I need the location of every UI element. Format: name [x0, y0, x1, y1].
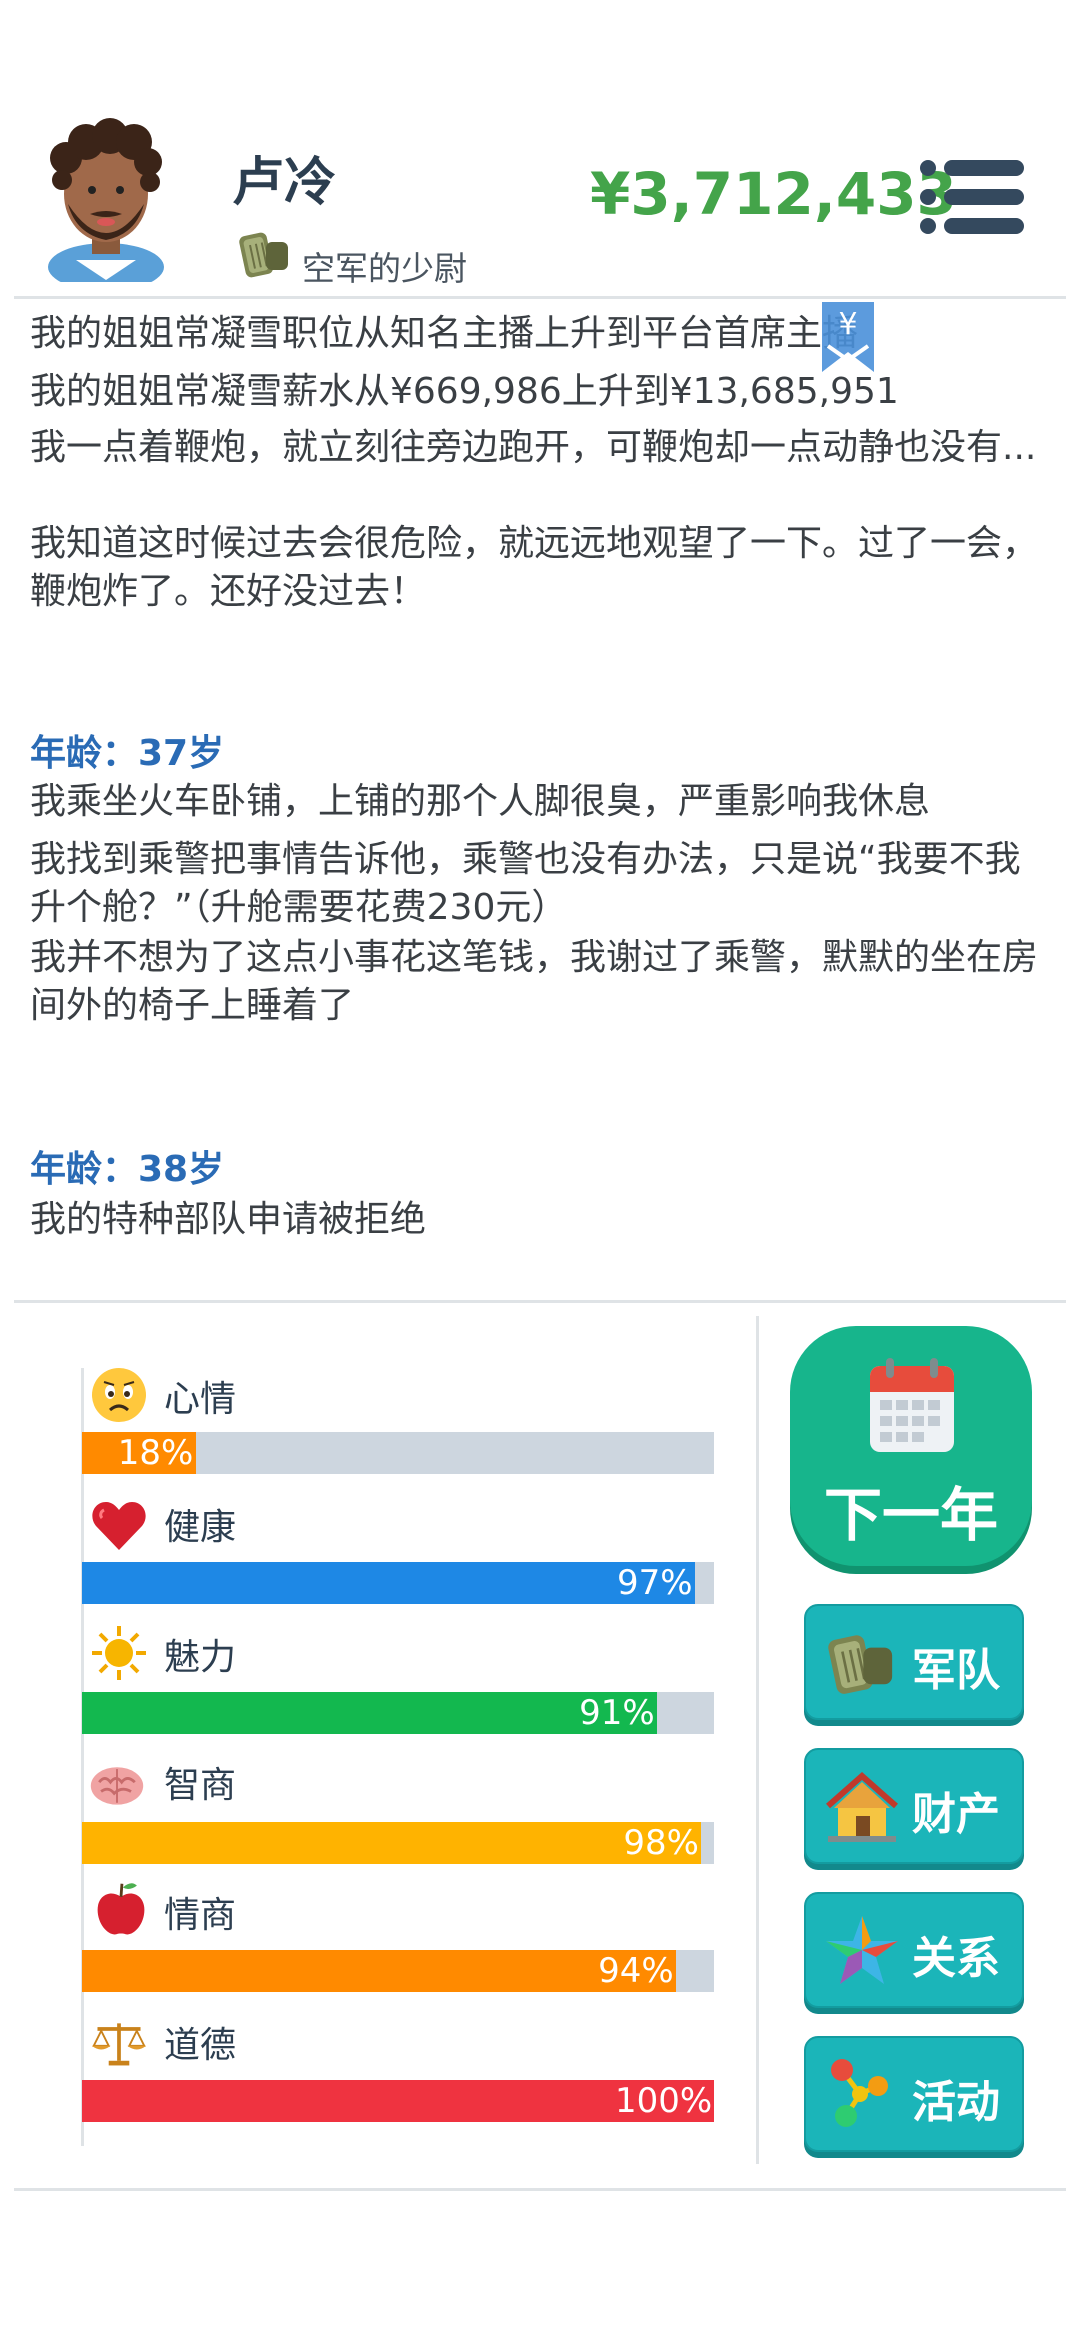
property-button[interactable]: 财产: [804, 1748, 1024, 1864]
brain-icon: [90, 1767, 144, 1805]
stat-bar-mood: 18%: [82, 1432, 714, 1474]
money-bookmark-icon: ¥: [822, 302, 874, 372]
stat-label-eq: 情商: [164, 1895, 237, 1936]
log-divider: [14, 1300, 1066, 1303]
age-header: 年龄：37岁: [30, 733, 225, 774]
log-line: 我乘坐火车卧铺，上铺的那个人脚很臭，严重影响我休息: [30, 781, 931, 822]
relations-label: 关系: [912, 1933, 1000, 1984]
stat-bar-health: 97%: [82, 1562, 714, 1604]
stats-divider: [756, 1316, 759, 2164]
activities-button[interactable]: 活动: [804, 2036, 1024, 2152]
stat-bar-iq: 98%: [82, 1822, 714, 1864]
house-icon: [826, 1771, 898, 1842]
header-divider: [14, 296, 1066, 299]
heart-icon: [92, 1502, 146, 1550]
money-balance: ¥3,712,433: [590, 160, 957, 228]
stat-label-health: 健康: [164, 1507, 237, 1548]
log-line: 我一点着鞭炮，就立刻往旁边跑开，可鞭炮却一点动静也没有...: [30, 427, 1037, 468]
stats-axis: [81, 1368, 84, 2146]
military-icon: [828, 1635, 893, 1694]
log-line: 我找到乘警把事情告诉他，乘警也没有办法，只是说“我要不我升个舱？”（升舱需要花费…: [30, 839, 1021, 928]
log-line: 我的姐姐常凝雪薪水从¥669,986上升到¥13,685,951: [30, 371, 899, 412]
stat-percent: 94%: [598, 1951, 674, 1991]
apple-icon: [97, 1883, 145, 1935]
log-line: 我知道这时候过去会很危险，就远远地观望了一下。过了一会，鞭炮炸了。还好没过去！: [30, 523, 1039, 612]
activities-label: 活动: [912, 2077, 1000, 2128]
rank-text: 空军的少尉: [302, 249, 467, 288]
military-rank-icon: [239, 232, 288, 278]
stat-bar-eq: 94%: [82, 1950, 714, 1992]
stat-bar-morality: 100%: [82, 2080, 714, 2122]
stat-percent: 91%: [579, 1693, 655, 1733]
scales-icon: [91, 2023, 147, 2066]
header: 卢冷 空军的少尉 ¥3,712,433: [0, 0, 1080, 298]
relations-button[interactable]: 关系: [804, 1892, 1024, 2008]
stat-bar-fill: [82, 1950, 677, 1992]
sun-icon: [92, 1626, 146, 1680]
stat-bar-charm: 91%: [82, 1692, 714, 1734]
log-line: 我并不想为了这点小事花这笔钱，我谢过了乘警，默默的坐在房间外的椅子上睡着了: [30, 937, 1039, 1026]
calendar-icon: [870, 1358, 954, 1452]
age-header: 年龄：38岁: [30, 1149, 225, 1190]
property-label: 财产: [912, 1789, 1000, 1840]
sad-face-icon: [92, 1368, 146, 1422]
stat-label-iq: 智商: [164, 1765, 237, 1806]
star-icon: [826, 1916, 898, 1984]
army-label: 军队: [912, 1645, 1000, 1696]
stat-percent: 97%: [617, 1563, 693, 1603]
next-year-button[interactable]: 下一年: [790, 1326, 1032, 1566]
stat-label-morality: 道德: [164, 2025, 237, 2066]
bottom-divider: [14, 2188, 1066, 2191]
bookmark-symbol: ¥: [838, 307, 857, 342]
next-year-label: 下一年: [823, 1481, 998, 1549]
stat-label-charm: 魅力: [164, 1637, 237, 1678]
stat-bar-fill: [82, 1692, 658, 1734]
log-line: 我的特种部队申请被拒绝: [30, 1199, 427, 1240]
hamburger-menu-icon[interactable]: [918, 158, 1026, 236]
activities-icon: [831, 2059, 888, 2127]
army-button[interactable]: 军队: [804, 1604, 1024, 1720]
stat-bar-fill: [82, 1822, 702, 1864]
stat-label-mood: 心情: [164, 1379, 237, 1420]
male-avatar-icon[interactable]: [36, 112, 176, 282]
stat-bar-fill: [82, 1562, 696, 1604]
stat-percent: 18%: [117, 1433, 194, 1473]
player-name: 卢冷: [232, 153, 337, 213]
log-line: 我的姐姐常凝雪职位从知名主播上升到平台首席主播: [30, 313, 859, 354]
stat-percent: 100%: [615, 2081, 713, 2121]
stat-percent: 98%: [623, 1823, 699, 1863]
